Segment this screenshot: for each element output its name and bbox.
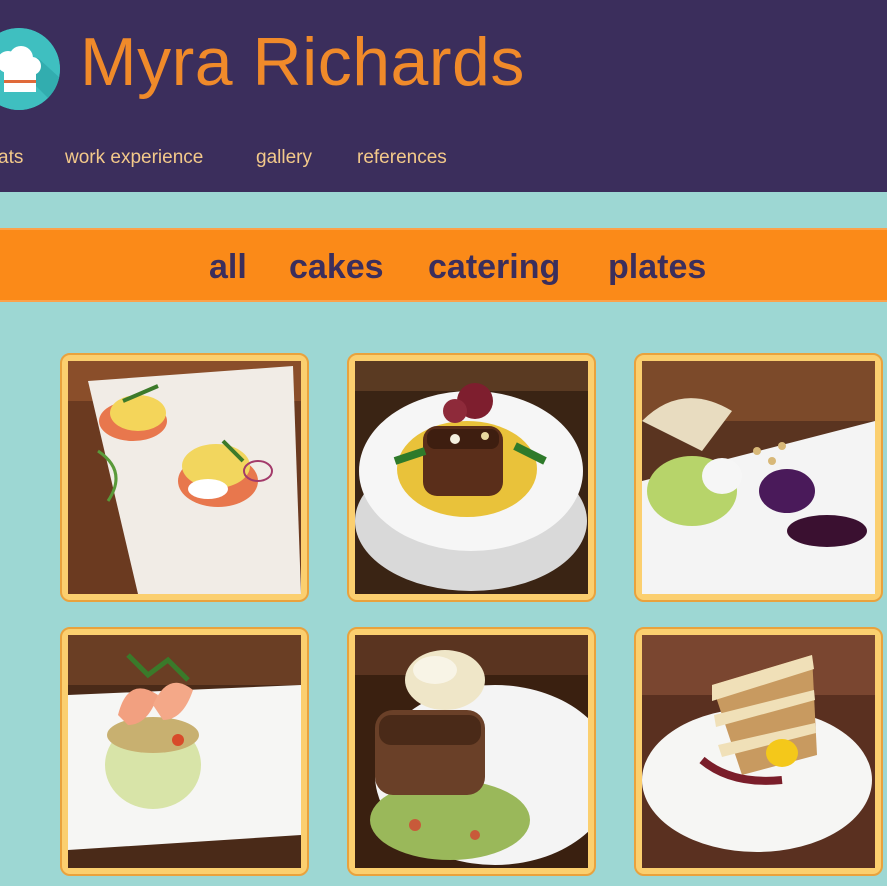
nav-link-partial[interactable]: ats	[0, 145, 23, 171]
gallery-tile[interactable]	[634, 353, 883, 602]
pork-slaw-photo-icon	[355, 635, 588, 868]
nav-link-gallery[interactable]: gallery	[256, 145, 312, 171]
gallery-tile[interactable]	[347, 627, 596, 876]
shrimp-cucumber-tower-photo-icon	[68, 635, 301, 868]
gallery-filter-bar: all cakes catering plates	[0, 228, 887, 302]
site-header: Myra Richards ats work experience galler…	[0, 0, 887, 192]
eggs-benedict-photo-icon	[68, 361, 301, 594]
filter-plates[interactable]: plates	[608, 247, 706, 287]
filter-catering[interactable]: catering	[428, 247, 560, 287]
short-rib-polenta-photo-icon	[355, 361, 588, 594]
frisee-salad-berry-photo-icon	[642, 361, 875, 594]
gallery-tile[interactable]	[347, 353, 596, 602]
gallery-tile[interactable]	[60, 353, 309, 602]
nav-link-references[interactable]: references	[357, 145, 447, 171]
gallery-tile[interactable]	[60, 627, 309, 876]
filter-all[interactable]: all	[209, 247, 247, 287]
site-title[interactable]: Myra Richards	[80, 22, 525, 102]
filter-cakes[interactable]: cakes	[289, 247, 384, 287]
layer-cake-slice-photo-icon	[642, 635, 875, 868]
gallery-tile[interactable]	[634, 627, 883, 876]
nav-link-work-experience[interactable]: work experience	[65, 145, 203, 171]
chef-hat-logo-icon[interactable]	[0, 28, 60, 110]
